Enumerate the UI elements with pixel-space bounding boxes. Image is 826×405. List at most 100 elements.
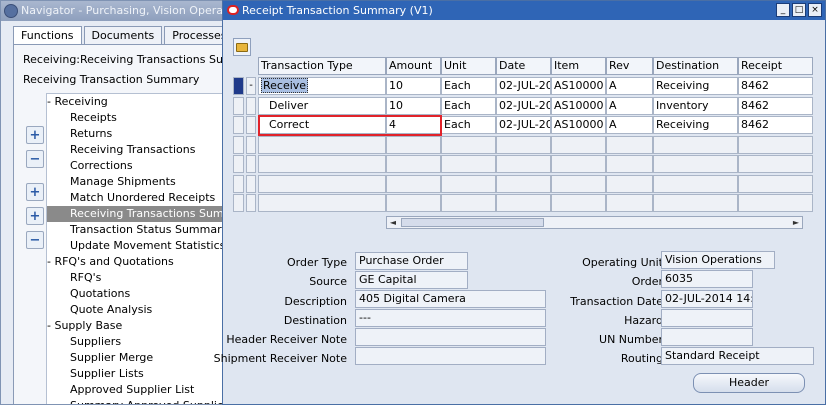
tree-item[interactable]: - Supply Base xyxy=(47,318,231,334)
table-cell[interactable]: Receiving xyxy=(653,116,738,134)
table-cell[interactable] xyxy=(496,135,551,154)
row-indicator[interactable] xyxy=(246,96,256,115)
table-cell[interactable]: Receive xyxy=(258,77,386,95)
destination-field[interactable]: --- xyxy=(355,309,546,327)
table-cell[interactable] xyxy=(551,135,606,154)
row-selector[interactable] xyxy=(233,174,244,193)
table-cell[interactable] xyxy=(606,135,653,154)
row-selector[interactable] xyxy=(233,77,244,95)
routing-field[interactable]: Standard Receipt xyxy=(661,347,814,365)
row-selector[interactable] xyxy=(233,135,244,154)
folder-icon[interactable] xyxy=(233,38,251,56)
table-cell[interactable]: AS10000 xyxy=(551,116,606,134)
table-cell[interactable] xyxy=(606,194,653,212)
table-cell[interactable] xyxy=(258,174,386,193)
row-indicator[interactable] xyxy=(246,135,256,154)
table-cell[interactable] xyxy=(606,155,653,173)
row-indicator[interactable] xyxy=(246,194,256,212)
tree-item[interactable]: Quotations xyxy=(47,286,231,302)
order-field[interactable]: 6035 xyxy=(661,270,753,288)
tree-item[interactable]: Corrections xyxy=(47,158,231,174)
expand-all-icon[interactable]: + xyxy=(26,207,44,225)
table-cell[interactable] xyxy=(441,194,496,212)
column-header[interactable]: Transaction Type xyxy=(258,57,386,75)
table-cell[interactable]: Each xyxy=(441,116,496,134)
operating-unit-field[interactable]: Vision Operations xyxy=(661,251,775,269)
tree-item[interactable]: Summary Approved Supplier List xyxy=(47,398,231,404)
table-cell[interactable]: Each xyxy=(441,96,496,115)
column-header[interactable]: Receipt xyxy=(738,57,813,75)
table-cell[interactable] xyxy=(653,135,738,154)
tree-item[interactable]: Suppliers xyxy=(47,334,231,350)
tree-item[interactable]: - RFQ's and Quotations xyxy=(47,254,231,270)
tree-item[interactable]: Supplier Lists xyxy=(47,366,231,382)
table-cell[interactable] xyxy=(653,155,738,173)
table-cell[interactable]: 10 xyxy=(386,77,441,95)
tree-item[interactable]: RFQ's xyxy=(47,270,231,286)
order-type-field[interactable]: Purchase Order xyxy=(355,252,468,270)
row-selector[interactable] xyxy=(233,116,244,134)
table-cell[interactable] xyxy=(258,135,386,154)
source-field[interactable]: GE Capital xyxy=(355,271,468,289)
table-cell[interactable]: 8462 xyxy=(738,116,813,134)
table-cell[interactable] xyxy=(496,174,551,193)
tree-item[interactable]: Approved Supplier List xyxy=(47,382,231,398)
collapse-icon[interactable]: − xyxy=(26,150,44,168)
scroll-thumb[interactable] xyxy=(401,217,544,227)
minimize-icon[interactable]: _ xyxy=(776,3,790,17)
navigator-titlebar[interactable]: Navigator - Purchasing, Vision Operation… xyxy=(1,1,231,21)
table-cell[interactable] xyxy=(258,155,386,173)
table-cell[interactable]: 10 xyxy=(386,96,441,115)
tree-item[interactable]: Receiving Transactions xyxy=(47,142,231,158)
table-cell[interactable]: Deliver xyxy=(258,96,386,115)
tree-item[interactable]: Manage Shipments xyxy=(47,174,231,190)
collapse-all-icon[interactable]: − xyxy=(26,231,44,249)
row-selector[interactable] xyxy=(233,194,244,212)
column-header[interactable]: Item xyxy=(551,57,606,75)
tree-item[interactable]: Supplier Merge xyxy=(47,350,231,366)
hazard-field[interactable] xyxy=(661,309,753,327)
expand-branch-icon[interactable]: + xyxy=(26,183,44,201)
table-cell[interactable]: A xyxy=(606,116,653,134)
table-cell[interactable] xyxy=(738,194,813,212)
header-receiver-note-field[interactable] xyxy=(355,328,546,346)
table-cell[interactable] xyxy=(738,135,813,154)
transaction-date-field[interactable]: 02-JUL-2014 14:24: xyxy=(661,290,753,308)
tree-item[interactable]: Match Unordered Receipts xyxy=(47,190,231,206)
table-cell[interactable]: A xyxy=(606,96,653,115)
table-cell[interactable] xyxy=(653,194,738,212)
header-button[interactable]: Header xyxy=(693,373,805,393)
column-header[interactable]: Amount xyxy=(386,57,441,75)
table-cell[interactable] xyxy=(606,174,653,193)
table-cell[interactable] xyxy=(386,135,441,154)
tree-item[interactable]: - Receiving xyxy=(47,94,231,110)
table-cell[interactable] xyxy=(386,194,441,212)
shipment-receiver-note-field[interactable] xyxy=(355,347,546,365)
scroll-right-icon[interactable]: ► xyxy=(790,217,802,228)
table-cell[interactable] xyxy=(496,194,551,212)
table-cell[interactable] xyxy=(441,155,496,173)
table-cell[interactable] xyxy=(441,174,496,193)
table-cell[interactable] xyxy=(551,174,606,193)
row-selector[interactable] xyxy=(233,155,244,173)
table-cell[interactable]: 02-JUL-2014 xyxy=(496,77,551,95)
table-cell[interactable]: Inventory xyxy=(653,96,738,115)
close-icon[interactable]: × xyxy=(808,3,822,17)
tree-item[interactable]: Receiving Transactions Summary xyxy=(47,206,231,222)
maximize-icon[interactable]: □ xyxy=(792,3,806,17)
table-cell[interactable] xyxy=(738,174,813,193)
table-cell[interactable] xyxy=(386,155,441,173)
table-cell[interactable]: 8462 xyxy=(738,96,813,115)
description-field[interactable]: 405 Digital Camera xyxy=(355,290,546,308)
table-cell[interactable] xyxy=(551,155,606,173)
horizontal-scrollbar[interactable]: ◄ ► xyxy=(386,215,803,229)
row-indicator[interactable] xyxy=(246,174,256,193)
table-cell[interactable] xyxy=(258,194,386,212)
tree-item[interactable]: Transaction Status Summary xyxy=(47,222,231,238)
table-cell[interactable]: 02-JUL-2014 xyxy=(496,116,551,134)
table-cell[interactable]: Receiving xyxy=(653,77,738,95)
column-header[interactable]: Destination xyxy=(653,57,738,75)
row-indicator[interactable] xyxy=(246,116,256,134)
scroll-left-icon[interactable]: ◄ xyxy=(387,217,399,228)
table-cell[interactable] xyxy=(386,174,441,193)
